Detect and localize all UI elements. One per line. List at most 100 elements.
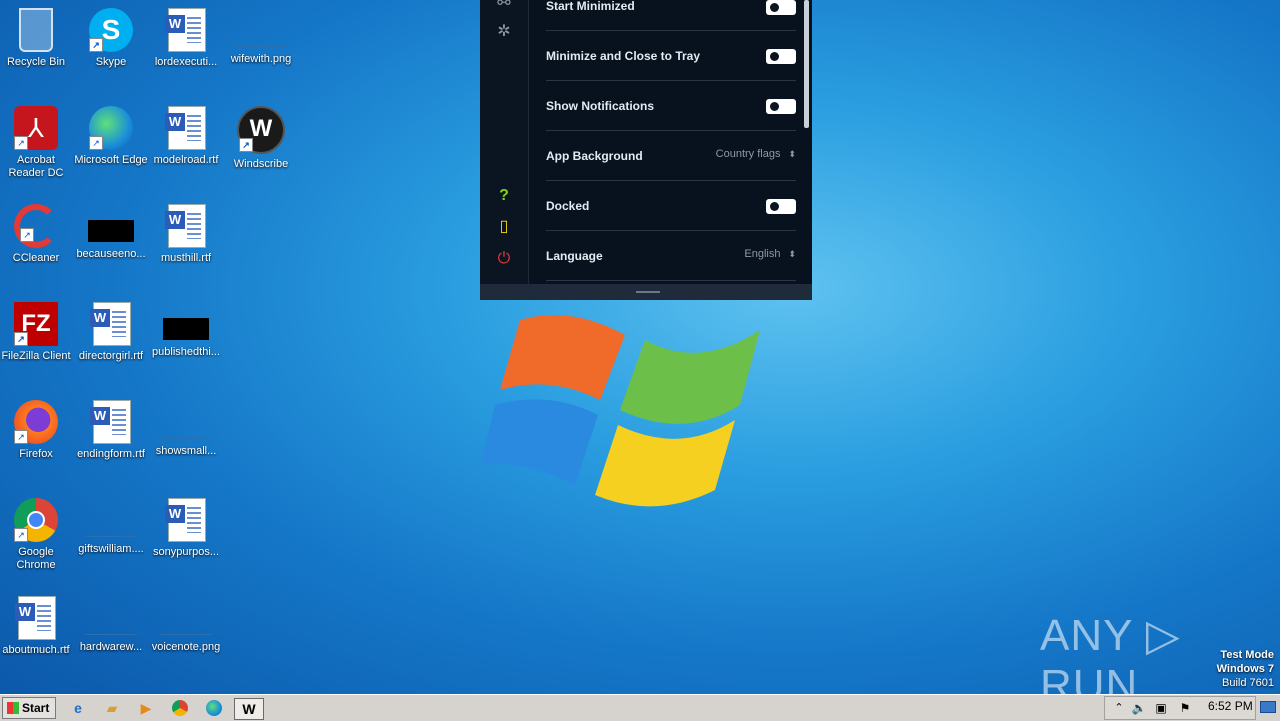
setting-label: Show Notifications [546, 99, 654, 113]
desktop-icon-becauseeno[interactable]: becauseeno... [73, 204, 149, 261]
desktop-icon-musthill[interactable]: W musthill.rtf [148, 204, 224, 265]
desktop-icon-label: modelroad.rtf [153, 154, 219, 166]
recycle-bin-icon [19, 8, 53, 52]
system-info-overlay: Test Mode Windows 7 Build 7601 [1217, 648, 1274, 690]
setting-label: Language [546, 249, 603, 263]
desktop-icon-label: Windscribe [233, 158, 289, 170]
desktop-icon-label: directorgirl.rtf [78, 350, 144, 362]
minimize-close-to-tray-toggle[interactable] [766, 49, 796, 64]
volume-icon[interactable]: 🔈 [1129, 698, 1149, 718]
desktop-icon-label: Acrobat Reader DC [8, 154, 64, 179]
image-thumbnail-icon [88, 220, 134, 242]
windows-flag-icon [7, 702, 19, 714]
firefox-icon: ↗ [14, 400, 58, 444]
desktop-icon-label: Microsoft Edge [74, 154, 148, 166]
desktop-icon-aboutmuch[interactable]: W aboutmuch.rtf [0, 596, 74, 657]
resize-grip-icon[interactable] [636, 291, 660, 293]
desktop-icon-sonypurpos[interactable]: W sonypurpos... [148, 498, 224, 559]
desktop-icon-label: Google Chrome [16, 546, 56, 571]
action-center-flag-icon[interactable]: ⚑ [1175, 698, 1195, 718]
news-icon[interactable]: ▯ [494, 217, 514, 237]
window-resize-footer[interactable] [480, 284, 812, 300]
desktop-icon-lordexecuti[interactable]: W lordexecuti... [148, 8, 224, 69]
os-label: Windows 7 [1216, 663, 1274, 675]
image-thumbnail-icon [85, 612, 137, 635]
desktop-icon-label: wifewith.png [230, 53, 292, 65]
desktop-icon-label: FileZilla Client [1, 350, 71, 362]
desktop-icon-ccleaner[interactable]: ↗ CCleaner [0, 204, 74, 265]
desktop-icon-label: Firefox [19, 448, 53, 460]
tray-expand-icon[interactable]: ⌃ [1109, 698, 1129, 718]
image-thumbnail-icon [160, 416, 212, 439]
setting-start-minimized: Start Minimized [546, 0, 796, 31]
setting-docked: Docked [546, 180, 796, 231]
word-document-icon: W [14, 596, 58, 640]
help-icon[interactable]: ? [494, 186, 514, 206]
show-notifications-toggle[interactable] [766, 99, 796, 114]
desktop-icon-skype[interactable]: S ↗ Skype [73, 8, 149, 69]
desktop-icon-label: CCleaner [12, 252, 60, 264]
desktop-icon-giftswilliam[interactable]: giftswilliam.... [73, 498, 149, 556]
desktop-icon-windscribe[interactable]: W ↗ Windscribe [223, 106, 299, 171]
desktop-icon-directorgirl[interactable]: W directorgirl.rtf [73, 302, 149, 363]
desktop-icon-label: giftswilliam.... [78, 543, 144, 555]
desktop-icon-voicenote[interactable]: voicenote.png [148, 596, 224, 654]
desktop-icon-label: aboutmuch.rtf [2, 644, 70, 656]
taskbar: Start e ▰ ▶ W ⌃ 🔈 ▣ ⚑ 6:52 PM [0, 694, 1280, 721]
bug-icon[interactable]: ✲ [494, 22, 514, 42]
desktop-icon-endingform[interactable]: W endingform.rtf [73, 400, 149, 461]
app-background-select[interactable]: Country flags ⬍ [716, 148, 796, 160]
desktop-icon-firefox[interactable]: ↗ Firefox [0, 400, 74, 461]
updown-arrow-icon: ⬍ [788, 149, 796, 159]
word-document-icon: W [164, 204, 208, 248]
desktop-icon-label: becauseeno... [76, 248, 146, 260]
start-button[interactable]: Start [2, 697, 56, 719]
image-thumbnail-icon [160, 612, 212, 635]
desktop-icon-label: musthill.rtf [160, 252, 212, 264]
desktop-icon-label: Skype [95, 56, 127, 68]
setting-label: Minimize and Close to Tray [546, 49, 701, 63]
setting-label: Docked [546, 199, 590, 213]
word-document-icon: W [89, 400, 133, 444]
media-player-icon[interactable]: ▶ [136, 698, 156, 718]
desktop-icon-acrobat[interactable]: ⅄ ↗ Acrobat Reader DC [0, 106, 74, 180]
desktop-icon-showsmall[interactable]: showsmall... [148, 400, 224, 458]
desktop-icon-hardwarew[interactable]: hardwarew... [73, 596, 149, 654]
desktop-icon-label: Recycle Bin [6, 56, 66, 68]
desktop-icon-modelroad[interactable]: W modelroad.rtf [148, 106, 224, 167]
taskbar-clock[interactable]: 6:52 PM [1208, 699, 1253, 713]
desktop-icon-wifewith[interactable]: wifewith.png [223, 8, 299, 66]
desktop-icon-recycle-bin[interactable]: Recycle Bin [0, 8, 74, 69]
desktop-icon-publishedthi[interactable]: publishedthi... [148, 302, 224, 359]
setting-label: Start Minimized [546, 0, 635, 13]
image-thumbnail-icon [85, 514, 137, 537]
updown-arrow-icon: ⬍ [788, 249, 796, 259]
test-mode-label: Test Mode [1220, 649, 1274, 661]
setting-minimize-close-to-tray: Minimize and Close to Tray [546, 30, 796, 81]
start-minimized-toggle[interactable] [766, 0, 796, 15]
settings-scrollbar[interactable] [804, 0, 809, 128]
windscribe-taskbar-icon[interactable]: W [234, 698, 264, 720]
preferences-sidebar: ⚯ ✲ ? ▯ ⏻ [480, 0, 529, 284]
word-document-icon: W [164, 106, 208, 150]
language-select[interactable]: English ⬍ [744, 248, 796, 260]
internet-explorer-icon[interactable]: e [68, 698, 88, 718]
desktop-icon-filezilla[interactable]: FZ ↗ FileZilla Client [0, 302, 74, 363]
desktop-icon-label: publishedthi... [152, 346, 220, 358]
windscribe-preferences-window: ⚯ ✲ ? ▯ ⏻ Start Minimized Minimize and C… [480, 0, 812, 300]
show-desktop-icon[interactable] [1258, 698, 1276, 716]
ccleaner-icon: ↗ [14, 204, 58, 248]
desktop-icon-label: voicenote.png [151, 641, 221, 653]
desktop-icon-edge[interactable]: ↗ Microsoft Edge [73, 106, 149, 167]
file-explorer-icon[interactable]: ▰ [102, 698, 122, 718]
network-icon[interactable]: ▣ [1151, 698, 1171, 718]
docked-toggle[interactable] [766, 199, 796, 214]
power-icon[interactable]: ⏻ [494, 249, 514, 269]
share-icon[interactable]: ⚯ [494, 0, 514, 14]
desktop-icon-chrome[interactable]: ↗ Google Chrome [0, 498, 74, 572]
desktop-icon-label: showsmall... [155, 445, 217, 457]
chrome-icon[interactable] [170, 698, 190, 718]
edge-icon[interactable] [204, 698, 224, 718]
windows-wallpaper-logo [480, 315, 760, 507]
start-label: Start [22, 701, 50, 715]
